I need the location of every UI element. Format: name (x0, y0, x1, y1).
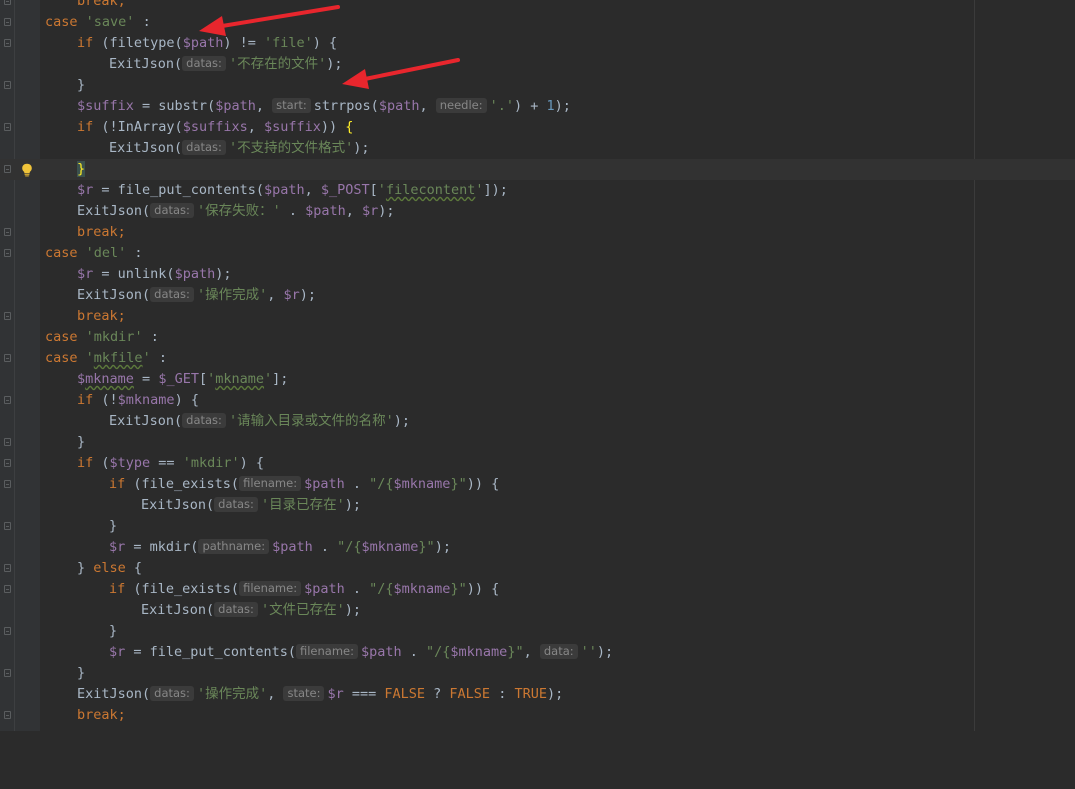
parameter-hint: filename: (239, 581, 302, 596)
parameter-hint: state: (283, 686, 325, 701)
fold-marker-icon[interactable] (4, 228, 11, 236)
fold-marker-icon[interactable] (4, 123, 11, 131)
code-line[interactable]: $suffix = substr($path, start: strrpos($p… (0, 96, 1075, 117)
fold-marker-icon[interactable] (4, 669, 11, 677)
fold-marker-icon[interactable] (4, 585, 11, 593)
code-line[interactable]: ExitJson(datas: '操作完成', $r); (0, 285, 1075, 306)
fold-marker-icon[interactable] (4, 165, 11, 173)
code-line[interactable]: ExitJson(datas: '目录已存在'); (0, 495, 1075, 516)
code-line[interactable]: $r = unlink($path); (0, 264, 1075, 285)
code-line[interactable]: if ($type == 'mkdir') { (0, 453, 1075, 474)
parameter-hint: needle: (435, 98, 487, 113)
fold-marker-icon[interactable] (4, 249, 11, 257)
lightbulb-icon[interactable] (21, 163, 33, 177)
fold-marker-icon[interactable] (4, 312, 11, 320)
parameter-hint: data: (539, 644, 578, 659)
code-line-current[interactable]: } (0, 159, 1075, 180)
fold-marker-icon[interactable] (4, 438, 11, 446)
code-line[interactable]: case 'mkdir' : (0, 327, 1075, 348)
code-line[interactable]: $r = file_put_contents(filename: $path . … (0, 642, 1075, 663)
parameter-hint: datas: (182, 56, 226, 71)
code-line[interactable]: case 'save' : (0, 12, 1075, 33)
code-line[interactable]: ExitJson(datas: '请输入目录或文件的名称'); (0, 411, 1075, 432)
parameter-hint: filename: (239, 476, 302, 491)
code-line[interactable]: } (0, 432, 1075, 453)
code-line[interactable]: break; (0, 0, 1075, 12)
code-line[interactable]: $r = file_put_contents($path, $_POST['fi… (0, 180, 1075, 201)
fold-marker-icon[interactable] (4, 0, 11, 5)
code-line[interactable]: } (0, 621, 1075, 642)
parameter-hint: datas: (214, 602, 258, 617)
code-lines: break; case 'save' : if (filetype($path)… (0, 0, 1075, 726)
fold-marker-icon[interactable] (4, 480, 11, 488)
fold-marker-icon[interactable] (4, 39, 11, 47)
parameter-hint: datas: (182, 413, 226, 428)
code-line[interactable]: break; (0, 222, 1075, 243)
code-line[interactable]: if (!$mkname) { (0, 390, 1075, 411)
code-line[interactable]: ExitJson(datas: '文件已存在'); (0, 600, 1075, 621)
fold-marker-icon[interactable] (4, 627, 11, 635)
code-line[interactable]: if (file_exists(filename: $path . "/{$mkn… (0, 474, 1075, 495)
fold-marker-icon[interactable] (4, 354, 11, 362)
fold-marker-icon[interactable] (4, 18, 11, 26)
fold-marker-icon[interactable] (4, 459, 11, 467)
parameter-hint: datas: (150, 287, 194, 302)
code-line[interactable]: if (filetype($path) != 'file') { (0, 33, 1075, 54)
parameter-hint: datas: (150, 686, 194, 701)
code-editor[interactable]: break; case 'save' : if (filetype($path)… (0, 0, 1075, 731)
code-line[interactable]: } (0, 663, 1075, 684)
code-line[interactable]: ExitJson(datas: '操作完成', state: $r === FALS… (0, 684, 1075, 705)
code-line[interactable]: if (file_exists(filename: $path . "/{$mkn… (0, 579, 1075, 600)
parameter-hint: pathname: (198, 539, 270, 554)
code-line[interactable]: if (!InArray($suffixs, $suffix)) { (0, 117, 1075, 138)
parameter-hint: datas: (214, 497, 258, 512)
code-line[interactable]: case 'mkfile' : (0, 348, 1075, 369)
code-line[interactable]: ExitJson(datas: '不支持的文件格式'); (0, 138, 1075, 159)
code-line[interactable]: } (0, 516, 1075, 537)
parameter-hint: datas: (150, 203, 194, 218)
code-line[interactable]: case 'del' : (0, 243, 1075, 264)
code-line[interactable]: $mkname = $_GET['mkname']; (0, 369, 1075, 390)
parameter-hint: datas: (182, 140, 226, 155)
code-line[interactable]: $r = mkdir(pathname: $path . "/{$mkname}"… (0, 537, 1075, 558)
fold-marker-icon[interactable] (4, 81, 11, 89)
code-line[interactable]: } else { (0, 558, 1075, 579)
code-line[interactable]: break; (0, 705, 1075, 726)
code-line[interactable]: ExitJson(datas: '不存在的文件'); (0, 54, 1075, 75)
parameter-hint: filename: (295, 644, 358, 659)
fold-marker-icon[interactable] (4, 564, 11, 572)
fold-marker-icon[interactable] (4, 396, 11, 404)
fold-marker-icon[interactable] (4, 711, 11, 719)
fold-marker-icon[interactable] (4, 522, 11, 530)
code-line[interactable]: break; (0, 306, 1075, 327)
code-line[interactable]: } (0, 75, 1075, 96)
parameter-hint: start: (272, 98, 311, 113)
code-line[interactable]: ExitJson(datas: '保存失败：' . $path, $r); (0, 201, 1075, 222)
